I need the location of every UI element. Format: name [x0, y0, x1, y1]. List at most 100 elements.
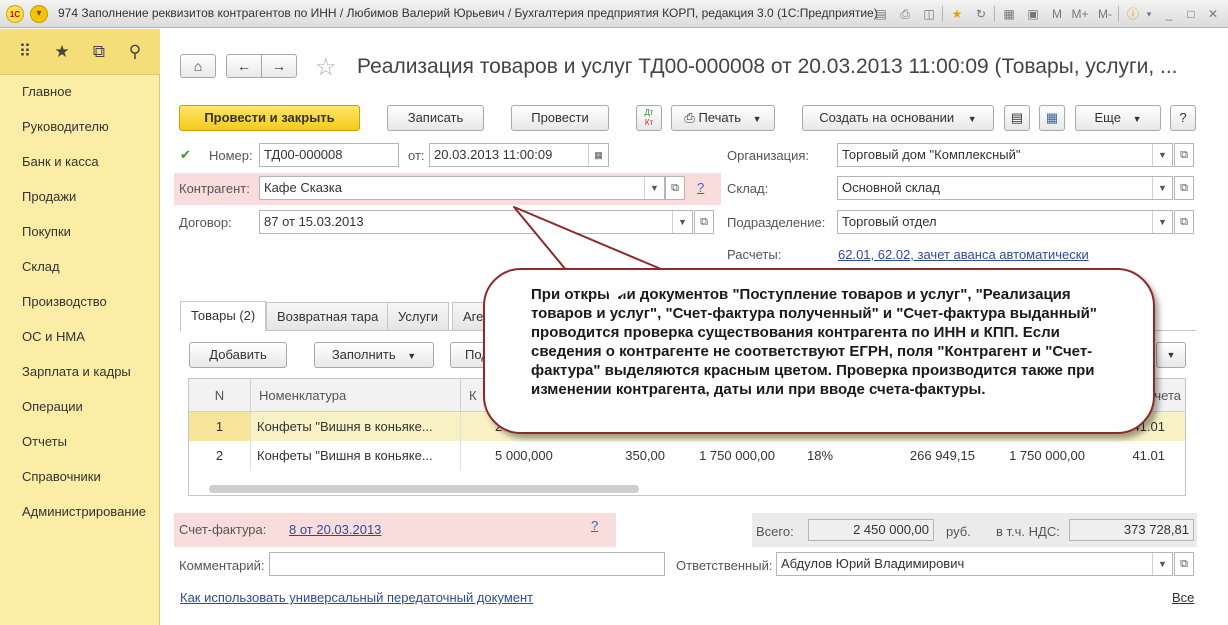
print-icon[interactable]: ⎙ — [896, 5, 914, 23]
sidebar-item-reports[interactable]: Отчеты — [22, 434, 67, 449]
chevron-down-icon[interactable]: ▼ — [1152, 553, 1172, 575]
col-header-item[interactable]: Номенклатура — [251, 379, 461, 412]
posted-check-icon: ✔ — [180, 147, 191, 162]
settlements-link[interactable]: 62.01, 62.02, зачет аванса автоматически — [838, 247, 1089, 262]
search-icon[interactable]: ⚲ — [124, 41, 146, 63]
sidebar-item-manager[interactable]: Руководителю — [22, 119, 109, 134]
open-counterparty-icon[interactable]: ⧉ — [665, 176, 685, 200]
post-button[interactable]: Провести — [511, 105, 609, 131]
counterparty-help-link[interactable]: ? — [697, 180, 704, 195]
sidebar-item-main[interactable]: Главное — [22, 84, 72, 99]
sidebar: ⠿ ★ ⧉ ⚲ Главное Руководителю Банк и касс… — [0, 29, 160, 625]
sidebar-item-purchases[interactable]: Покупки — [22, 224, 71, 239]
calculator-icon[interactable]: ▦ — [1000, 5, 1018, 23]
forward-button[interactable]: → — [261, 54, 297, 78]
responsible-field[interactable]: Абдулов Юрий Владимирович ▼ — [776, 552, 1173, 576]
maximize-icon[interactable]: □ — [1182, 5, 1200, 23]
open-responsible-icon[interactable]: ⧉ — [1174, 552, 1194, 576]
sidebar-item-sales[interactable]: Продажи — [22, 189, 76, 204]
horizontal-scrollbar[interactable] — [209, 485, 639, 493]
all-link[interactable]: Все — [1172, 590, 1194, 605]
open-contract-icon[interactable]: ⧉ — [694, 210, 714, 234]
favorites-icon[interactable]: ★ — [948, 5, 966, 23]
vat-label: в т.ч. НДС: — [996, 524, 1060, 539]
history-icon[interactable]: ↻ — [972, 5, 990, 23]
number-field[interactable]: ТД00-000008 — [259, 143, 399, 167]
more-table-button[interactable]: ▼ — [1156, 342, 1186, 368]
warehouse-value: Основной склад — [842, 180, 940, 195]
memory-minus-button[interactable]: M- — [1094, 5, 1116, 23]
chevron-down-icon[interactable]: ▼ — [1152, 211, 1172, 233]
tab-returnable-containers[interactable]: Возвратная тара — [266, 302, 390, 330]
sidebar-toolbar: ⠿ ★ ⧉ ⚲ — [0, 29, 160, 75]
info-dropdown-icon[interactable]: ▾ — [1140, 5, 1158, 23]
row-vat: 266 949,15 — [909, 448, 975, 463]
fill-button[interactable]: Заполнить ▼ — [314, 342, 434, 368]
apps-grid-icon[interactable]: ⠿ — [14, 41, 36, 63]
document-icon[interactable]: ▤ — [1004, 105, 1030, 131]
favorites-star-icon[interactable]: ★ — [51, 41, 73, 63]
structure-icon[interactable]: ▦ — [1039, 105, 1065, 131]
col-header-n[interactable]: N — [189, 379, 251, 412]
counterparty-field[interactable]: Кафе Сказка ▼ — [259, 176, 665, 200]
create-based-on-button[interactable]: Создать на основании ▼ — [802, 105, 994, 131]
favorite-star-icon[interactable]: ☆ — [315, 53, 337, 82]
division-field[interactable]: Торговый отдел ▼ — [837, 210, 1173, 234]
organization-field[interactable]: Торговый дом "Комплексный" ▼ — [837, 143, 1173, 167]
close-icon[interactable]: ✕ — [1204, 5, 1222, 23]
udp-help-link[interactable]: Как использовать универсальный передаточ… — [180, 590, 533, 605]
open-warehouse-icon[interactable]: ⧉ — [1174, 176, 1194, 200]
sidebar-item-warehouse[interactable]: Склад — [22, 259, 60, 274]
save-icon[interactable]: ▤ — [872, 5, 890, 23]
more-button[interactable]: Еще ▼ — [1075, 105, 1161, 131]
window-title-bar: 1С ▾ 974 Заполнение реквизитов контраген… — [0, 0, 1228, 28]
toolbar-divider — [942, 6, 943, 22]
main-menu-icon[interactable]: ▾ — [30, 5, 48, 23]
invoice-link[interactable]: 8 от 20.03.2013 — [289, 522, 381, 537]
sidebar-item-administration[interactable]: Администрирование — [22, 504, 146, 519]
sidebar-item-production[interactable]: Производство — [22, 294, 107, 309]
toolbar-divider — [994, 6, 995, 22]
chevron-down-icon[interactable]: ▼ — [1152, 177, 1172, 199]
chevron-down-icon[interactable]: ▼ — [672, 211, 692, 233]
chevron-down-icon[interactable]: ▼ — [1152, 144, 1172, 166]
sidebar-item-operations[interactable]: Операции — [22, 399, 83, 414]
create-based-label: Создать на основании — [819, 110, 955, 125]
division-label: Подразделение: — [727, 215, 826, 230]
calendar-icon[interactable]: ▦ — [588, 144, 608, 166]
tab-goods[interactable]: Товары (2) — [180, 301, 267, 331]
warehouse-field[interactable]: Основной склад ▼ — [837, 176, 1173, 200]
settlements-label: Расчеты: — [727, 247, 782, 262]
tab-services[interactable]: Услуги — [387, 302, 449, 330]
comment-label: Комментарий: — [179, 558, 265, 573]
open-organization-icon[interactable]: ⧉ — [1174, 143, 1194, 167]
open-division-icon[interactable]: ⧉ — [1174, 210, 1194, 234]
help-button[interactable]: ? — [1170, 105, 1196, 131]
home-button[interactable]: ⌂ — [180, 54, 216, 78]
responsible-value: Абдулов Юрий Владимирович — [781, 556, 965, 571]
contract-field[interactable]: 87 от 15.03.2013 ▼ — [259, 210, 693, 234]
chevron-down-icon[interactable]: ▼ — [644, 177, 664, 199]
dt-kt-button[interactable]: Дт Кт — [636, 105, 662, 131]
callout-note: При открытии документов "Поступление тов… — [483, 268, 1155, 434]
calendar-icon[interactable]: ▣ — [1024, 5, 1042, 23]
back-button[interactable]: ← — [226, 54, 262, 78]
sidebar-item-fixed-assets[interactable]: ОС и НМА — [22, 329, 85, 344]
chevron-down-icon: ▼ — [1132, 114, 1142, 124]
memory-plus-button[interactable]: M+ — [1068, 5, 1092, 23]
save-button[interactable]: Записать — [387, 105, 484, 131]
date-field[interactable]: 20.03.2013 11:00:09 ▦ — [429, 143, 609, 167]
sidebar-item-directories[interactable]: Справочники — [22, 469, 101, 484]
preview-icon[interactable]: ◫ — [920, 5, 938, 23]
invoice-help-link[interactable]: ? — [591, 518, 598, 533]
table-row[interactable]: 2 Конфеты "Вишня в коньяке... 5 000,000 … — [189, 441, 1185, 470]
print-button[interactable]: ⎙ Печать ▼ — [671, 105, 775, 131]
add-row-button[interactable]: Добавить — [189, 342, 287, 368]
memory-m-button[interactable]: M — [1046, 5, 1068, 23]
sidebar-item-payroll[interactable]: Зарплата и кадры — [22, 364, 131, 379]
sidebar-item-bank[interactable]: Банк и касса — [22, 154, 99, 169]
comment-field[interactable] — [269, 552, 665, 576]
history-icon[interactable]: ⧉ — [88, 41, 110, 63]
minimize-icon[interactable]: _ — [1160, 5, 1178, 23]
post-and-close-button[interactable]: Провести и закрыть — [179, 105, 360, 131]
